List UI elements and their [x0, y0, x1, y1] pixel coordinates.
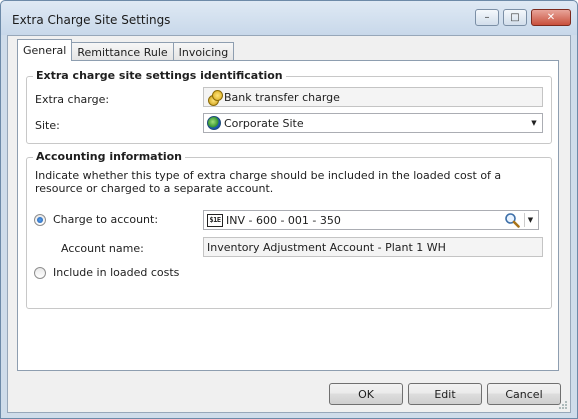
tab-general[interactable]: General	[17, 39, 73, 61]
site-label: Site:	[35, 119, 60, 132]
extra-charge-label: Extra charge:	[35, 93, 110, 106]
accounting-description: Indicate whether this type of extra char…	[35, 169, 502, 195]
tab-invoicing[interactable]: Invoicing	[172, 42, 235, 61]
dialog-window: Extra Charge Site Settings – □ ✕ General…	[0, 0, 578, 419]
charge-to-account-label[interactable]: Charge to account:	[53, 213, 158, 226]
maximize-button[interactable]: □	[503, 9, 527, 26]
ok-button[interactable]: OK	[329, 383, 403, 405]
chevron-down-icon[interactable]: ▼	[528, 116, 540, 130]
charge-to-account-radio[interactable]	[34, 214, 46, 226]
account-name-field: Inventory Adjustment Account - Plant 1 W…	[203, 237, 543, 257]
accounting-group: Accounting information Indicate whether …	[26, 150, 552, 309]
window-title: Extra Charge Site Settings	[12, 13, 171, 27]
account-icon: $1E	[207, 213, 223, 227]
tab-strip: General Remittance Rule Invoicing	[17, 39, 235, 61]
include-loaded-costs-radio[interactable]	[34, 267, 46, 279]
extra-charge-field: Bank transfer charge	[203, 87, 543, 107]
edit-button[interactable]: Edit	[408, 383, 482, 405]
minimize-button[interactable]: –	[475, 9, 499, 26]
accounting-group-title: Accounting information	[33, 150, 186, 163]
site-value: Corporate Site	[224, 116, 304, 130]
title-bar[interactable]: Extra Charge Site Settings – □ ✕	[1, 1, 577, 35]
resize-grip-icon[interactable]	[558, 400, 568, 410]
coins-icon	[207, 90, 223, 106]
chevron-down-icon[interactable]: ▼	[524, 213, 536, 227]
identification-group: Extra charge site settings identificatio…	[26, 69, 552, 144]
site-dropdown[interactable]: Corporate Site ▼	[203, 113, 543, 133]
account-name-label: Account name:	[61, 242, 144, 255]
window-controls: – □ ✕	[475, 9, 571, 26]
include-loaded-costs-label[interactable]: Include in loaded costs	[53, 266, 179, 279]
globe-icon	[207, 116, 221, 130]
tab-panel-general: Extra charge site settings identificatio…	[17, 60, 559, 371]
cancel-button[interactable]: Cancel	[487, 383, 561, 405]
account-name-value: Inventory Adjustment Account - Plant 1 W…	[207, 240, 446, 254]
search-icon[interactable]	[504, 212, 520, 228]
close-button[interactable]: ✕	[531, 9, 571, 26]
dialog-client-area: General Remittance Rule Invoicing Extra …	[7, 35, 571, 413]
account-selector[interactable]: $1E INV - 600 - 001 - 350 ▼	[203, 210, 539, 230]
tab-remittance-rule[interactable]: Remittance Rule	[71, 42, 174, 61]
extra-charge-value: Bank transfer charge	[224, 90, 340, 104]
account-value: INV - 600 - 001 - 350	[226, 213, 341, 227]
identification-group-title: Extra charge site settings identificatio…	[33, 69, 286, 82]
